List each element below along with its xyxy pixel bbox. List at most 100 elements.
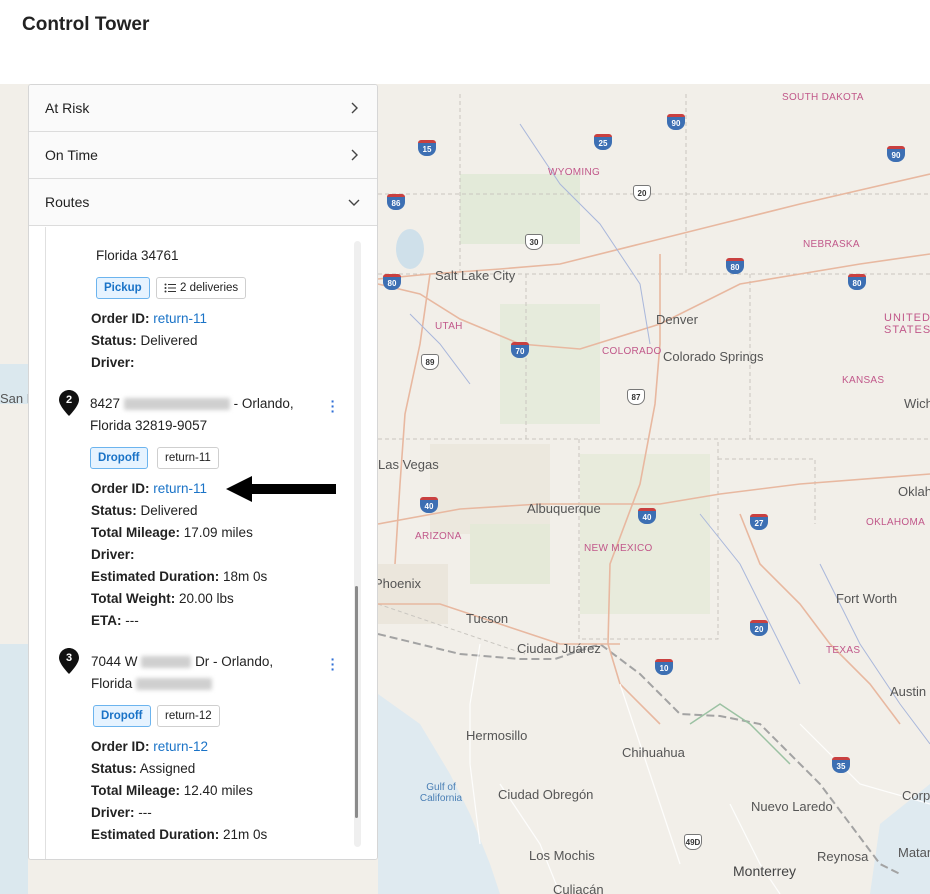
map-city-label: Colorado Springs [663,349,764,364]
map-state-label: SOUTH DAKOTA [782,92,864,103]
deliveries-count: 2 deliveries [180,282,239,294]
eta-row: ETA: --- [91,613,139,628]
deliveries-tag[interactable]: 2 deliveries [156,277,247,299]
map-city-label: Oklahoma [898,484,930,499]
map-state-label: NEBRASKA [803,239,860,250]
stop-number: 2 [65,394,73,406]
highway-shield: 30 [525,234,543,250]
driver-row: Driver: --- [91,805,152,820]
map-city-label: Monterrey [733,863,797,879]
routes-panel: At Risk On Time Routes Florida 34761 Pic… [28,84,378,860]
address-number: 8427 [90,396,121,411]
map-city-label: Nuevo Laredo [751,799,833,814]
highway-shield: 80 [383,274,401,290]
map-city-label: Tucson [466,611,509,626]
map-city-label: Culiacán [553,882,604,894]
highway-shield: 35 [832,757,850,773]
duration-label: Estimated Duration: [91,569,220,584]
stop-address-line2: Florida [91,676,213,691]
address-number: 7044 W [91,654,138,669]
more-options-icon[interactable]: · · · [330,394,336,418]
chevron-right-icon [351,149,358,161]
accordion-on-time[interactable]: On Time [29,132,377,179]
highway-shield: 15 [418,140,436,156]
accordion-label: Routes [45,194,90,210]
highway-shield: 27 [750,514,768,530]
order-tag[interactable]: return-11 [157,447,219,469]
map-state-label: KANSAS [842,375,885,386]
chevron-right-icon [351,102,358,114]
eta-value: --- [125,613,139,628]
route-stops-list[interactable]: Florida 34761 Pickup 2 deliveries Order … [29,227,377,859]
highway-shield: 10 [655,659,673,675]
list-scrollbar[interactable] [354,241,361,847]
duration-value: 18m 0s [223,569,268,584]
driver-label: Driver: [91,355,135,370]
duration-label: Estimated Duration: [91,827,220,842]
highway-shield: 80 [848,274,866,290]
accordion-routes[interactable]: Routes [29,179,377,226]
highway-shield: 90 [887,146,905,162]
driver-label: Driver: [91,547,135,562]
highway-shield: 25 [594,134,612,150]
status-value: Delivered [140,333,198,348]
address-city: Dr - Orlando, [195,654,274,669]
map-water-label: Gulf of California [419,782,463,804]
redacted-street [123,398,230,411]
stop-type-tag: Dropoff [93,705,151,727]
weight-value: 20.00 lbs [179,591,234,606]
address-city: - Orlando, [233,396,294,411]
chevron-down-icon [348,199,360,206]
highway-shield: 87 [627,389,645,405]
status-row: Status: Assigned [91,761,195,776]
order-id-link[interactable]: return-11 [153,311,207,326]
driver-row: Driver: [91,547,135,562]
map-city-label: Fort Worth [836,591,898,606]
status-label: Status: [91,761,137,776]
map-state-label: NEW MEXICO [584,543,653,554]
accordion-at-risk[interactable]: At Risk [29,85,377,132]
order-id-link[interactable]: return-11 [153,481,207,496]
mileage-label: Total Mileage: [91,783,181,798]
highway-shield: 86 [387,194,405,210]
mileage-row: Total Mileage: 17.09 miles [91,525,253,540]
status-value: Assigned [139,761,196,776]
map-state-label: UTAH [435,321,463,332]
mileage-label: Total Mileage: [91,525,181,540]
stop-type-tag: Pickup [96,277,150,299]
order-id-link[interactable]: return-12 [153,739,208,754]
highway-shield: 70 [511,342,529,358]
map-country-label: UNITED STATES [884,312,930,336]
map-city-label: Hermosillo [466,728,528,743]
page-title: Control Tower [22,14,150,35]
scrollbar-thumb[interactable] [355,586,358,818]
map-city-label: Ciudad Juárez [517,641,601,656]
duration-row: Estimated Duration: 18m 0s [91,569,267,584]
stop-address: Florida 34761 [96,248,179,263]
order-id-label: Order ID: [91,481,150,496]
status-label: Status: [91,333,137,348]
order-id-label: Order ID: [91,311,150,326]
more-options-icon[interactable]: · · · [330,652,336,676]
order-id-label: Order ID: [91,739,150,754]
accordion-label: At Risk [45,100,90,116]
duration-row: Estimated Duration: 21m 0s [91,827,267,842]
order-tag[interactable]: return-12 [157,705,220,727]
order-id-row: Order ID: return-11 [91,311,207,326]
map-city-label: Denver [656,312,698,327]
stop-number: 3 [65,652,73,664]
weight-label: Total Weight: [91,591,176,606]
driver-row: Driver: [91,355,135,370]
highway-shield: 49D [684,834,702,850]
status-label: Status: [91,503,137,518]
map-state-label: OKLAHOMA [866,517,926,528]
stop-address-line2: Florida 32819-9057 [90,418,208,433]
highway-shield: 20 [633,185,651,201]
map-city-label: Chihuahua [622,745,685,760]
map-city-label: Ciudad Obregón [498,787,594,802]
highway-shield: 40 [420,497,438,513]
highway-shield: 80 [726,258,744,274]
redacted-zip [136,678,213,691]
weight-row: Total Weight: 20.00 lbs [91,591,234,606]
driver-label: Driver: [91,805,135,820]
